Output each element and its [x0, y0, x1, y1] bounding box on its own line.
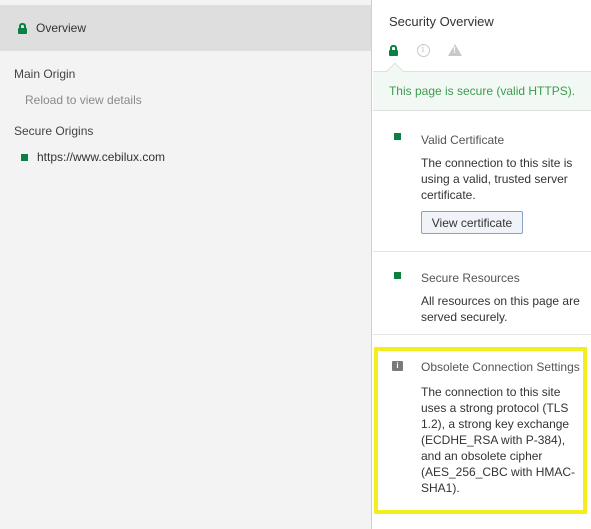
info-icon: i: [416, 43, 430, 57]
info-status-icon: i: [392, 361, 403, 371]
tab-warning[interactable]: [439, 40, 471, 60]
security-overview-panel: Security Overview i This page is secure …: [373, 0, 591, 529]
sidebar-item-label: Overview: [36, 21, 87, 35]
main-origin-heading: Main Origin: [14, 67, 76, 81]
lock-icon: [18, 22, 27, 34]
secure-origins-heading: Secure Origins: [14, 124, 94, 138]
tab-secure[interactable]: [389, 40, 407, 60]
devtools-security-panel: Overview Main Origin Reload to view deta…: [0, 0, 591, 529]
secure-origin-icon: [21, 153, 28, 161]
certificate-title: Valid Certificate: [421, 133, 505, 147]
security-state-tabs: i: [389, 40, 471, 60]
origin-url: https://www.cebilux.com: [37, 150, 166, 164]
security-summary-banner: This page is secure (valid HTTPS).: [373, 71, 591, 111]
resources-description: All resources on this page are served se…: [421, 294, 580, 324]
connection-description: The connection to this site uses a stron…: [421, 385, 576, 495]
certificate-description: The connection to this site is using a v…: [421, 156, 573, 202]
secure-status-icon: [394, 272, 401, 279]
main-origin-hint: Reload to view details: [25, 93, 142, 107]
resources-card: Secure Resources All resources on this p…: [373, 252, 591, 334]
secure-status-icon: [394, 133, 401, 140]
sidebar-item-overview[interactable]: Overview: [0, 5, 371, 51]
view-certificate-button[interactable]: View certificate: [421, 211, 523, 234]
security-sidebar: Overview Main Origin Reload to view deta…: [0, 0, 372, 529]
resources-title: Secure Resources: [421, 271, 520, 285]
security-summary-text: This page is secure (valid HTTPS).: [388, 84, 576, 98]
tab-info[interactable]: i: [407, 40, 439, 60]
connection-title: Obsolete Connection Settings: [421, 360, 580, 374]
sidebar-item-origin[interactable]: https://www.cebilux.com: [21, 150, 165, 164]
certificate-card: Valid Certificate The connection to this…: [373, 116, 591, 251]
lock-icon: [389, 44, 398, 56]
warning-icon: [448, 44, 462, 56]
page-title: Security Overview: [389, 14, 494, 29]
connection-card: i Obsolete Connection Settings The conne…: [373, 335, 591, 515]
